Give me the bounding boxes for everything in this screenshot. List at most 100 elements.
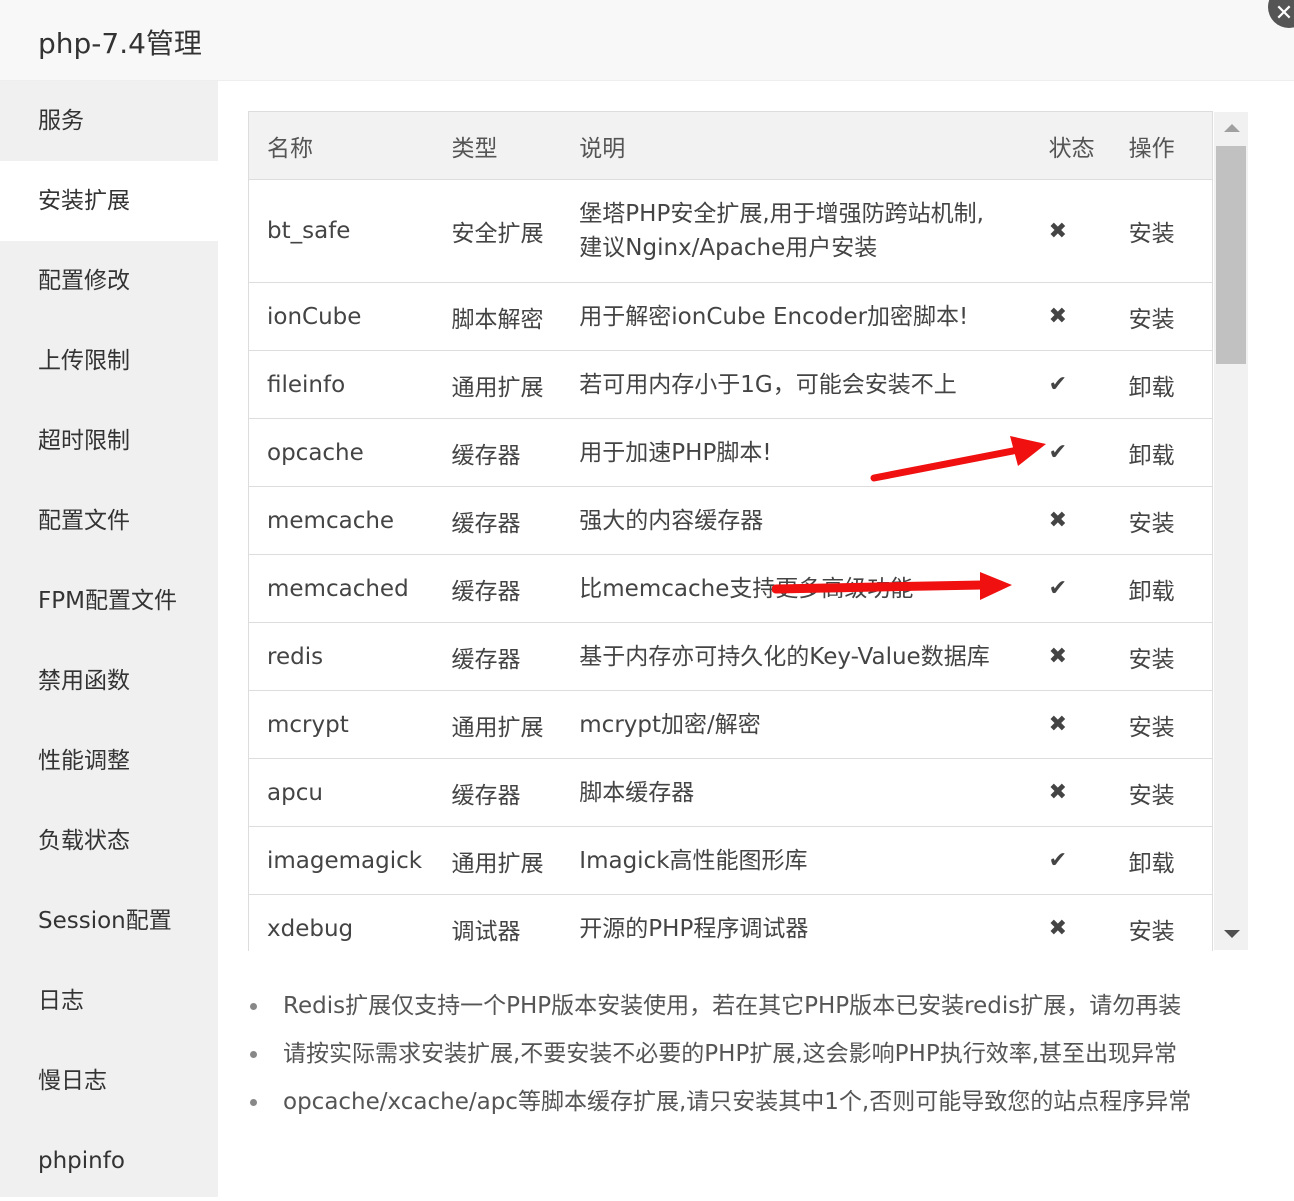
sidebar-item-load-status[interactable]: 负载状态: [0, 801, 218, 881]
bullet-icon: [250, 1003, 257, 1010]
ext-type: 缓存器: [433, 554, 562, 623]
install-button[interactable]: 安装: [1110, 486, 1213, 555]
ext-name: fileinfo: [248, 350, 434, 419]
ext-desc-line: 建议Nginx/Apache用户安装: [579, 235, 878, 261]
ext-type: 缓存器: [433, 758, 562, 827]
sidebar-item-performance[interactable]: 性能调整: [0, 721, 218, 801]
ext-type: 调试器: [433, 894, 562, 951]
uninstall-button[interactable]: 卸载: [1110, 418, 1213, 487]
table-row: memcache 缓存器 强大的内容缓存器 ✖ 安装: [248, 486, 1213, 555]
ext-desc: 强大的内容缓存器: [561, 486, 1031, 555]
ext-desc: 用于加速PHP脚本!: [561, 418, 1031, 487]
uninstall-button[interactable]: 卸载: [1110, 826, 1213, 895]
install-button[interactable]: 安装: [1110, 282, 1213, 351]
table-scrollbar[interactable]: [1214, 112, 1248, 950]
table-row: opcache 缓存器 用于加速PHP脚本! ✔ 卸载: [248, 418, 1213, 487]
header-type: 类型: [433, 111, 562, 180]
uninstall-button[interactable]: 卸载: [1110, 350, 1213, 419]
check-icon: ✔: [1030, 418, 1111, 487]
sidebar-item-config-edit[interactable]: 配置修改: [0, 241, 218, 321]
ext-desc: 堡塔PHP安全扩展,用于增强防跨站机制, 建议Nginx/Apache用户安装: [561, 179, 1031, 283]
ext-desc: 用于解密ionCube Encoder加密脚本!: [561, 282, 1031, 351]
bullet-icon: [250, 1099, 257, 1106]
install-button[interactable]: 安装: [1110, 758, 1213, 827]
header-desc: 说明: [561, 111, 1031, 180]
sidebar-item-session-config[interactable]: Session配置: [0, 881, 218, 961]
note-item: Redis扩展仅支持一个PHP版本安装使用，若在其它PHP版本已安装redis扩…: [248, 985, 1191, 1033]
install-button[interactable]: 安装: [1110, 690, 1213, 759]
note-item: 请按实际需求安装扩展,不要安装不必要的PHP扩展,这会影响PHP执行效率,甚至出…: [248, 1033, 1191, 1081]
ext-desc-line: 堡塔PHP安全扩展,用于增强防跨站机制,: [579, 201, 984, 227]
ext-type: 缓存器: [433, 418, 562, 487]
ext-type: 脚本解密: [433, 282, 562, 351]
table-row: fileinfo 通用扩展 若可用内存小于1G，可能会安装不上 ✔ 卸载: [248, 350, 1213, 419]
table-row: ionCube 脚本解密 用于解密ionCube Encoder加密脚本! ✖ …: [248, 282, 1213, 351]
uninstall-button[interactable]: 卸载: [1110, 554, 1213, 623]
note-item: opcache/xcache/apc等脚本缓存扩展,请只安装其中1个,否则可能导…: [248, 1081, 1191, 1129]
ext-type: 安全扩展: [433, 179, 562, 283]
check-icon: ✔: [1030, 350, 1111, 419]
sidebar-item-config-file[interactable]: 配置文件: [0, 481, 218, 561]
ext-desc: 比memcache支持更多高级功能: [561, 554, 1031, 623]
ext-type: 通用扩展: [433, 350, 562, 419]
install-button[interactable]: 安装: [1110, 179, 1213, 283]
sidebar-item-log[interactable]: 日志: [0, 961, 218, 1041]
cross-icon: ✖: [1030, 690, 1111, 759]
scroll-up-arrow-icon[interactable]: [1224, 124, 1240, 132]
table-row: imagemagick 通用扩展 Imagick高性能图形库 ✔ 卸载: [248, 826, 1213, 895]
install-button[interactable]: 安装: [1110, 622, 1213, 691]
sidebar-item-slow-log[interactable]: 慢日志: [0, 1041, 218, 1121]
header-name: 名称: [248, 111, 434, 180]
ext-name: apcu: [248, 758, 434, 827]
sidebar-item-timeout-limit[interactable]: 超时限制: [0, 401, 218, 481]
check-icon: ✔: [1030, 554, 1111, 623]
table-row: memcached 缓存器 比memcache支持更多高级功能 ✔ 卸载: [248, 554, 1213, 623]
ext-desc: 脚本缓存器: [561, 758, 1031, 827]
ext-name: mcrypt: [248, 690, 434, 759]
ext-type: 缓存器: [433, 486, 562, 555]
cross-icon: ✖: [1030, 486, 1111, 555]
ext-desc: 若可用内存小于1G，可能会安装不上: [561, 350, 1031, 419]
ext-desc: 基于内存亦可持久化的Key-Value数据库: [561, 622, 1031, 691]
sidebar: 服务 安装扩展 配置修改 上传限制 超时限制 配置文件 FPM配置文件 禁用函数…: [0, 81, 218, 1197]
check-icon: ✔: [1030, 826, 1111, 895]
scroll-thumb[interactable]: [1216, 146, 1246, 364]
cross-icon: ✖: [1030, 894, 1111, 951]
header-status: 状态: [1030, 111, 1111, 180]
ext-name: memcached: [248, 554, 434, 623]
install-button[interactable]: 安装: [1110, 894, 1213, 951]
sidebar-item-service[interactable]: 服务: [0, 81, 218, 161]
extensions-table: 名称 类型 说明 状态 操作 bt_safe 安全扩展 堡塔PHP安全扩展,用于…: [248, 111, 1213, 951]
table-row: xdebug 调试器 开源的PHP程序调试器 ✖ 安装: [248, 894, 1213, 951]
sidebar-item-upload-limit[interactable]: 上传限制: [0, 321, 218, 401]
ext-desc: mcrypt加密/解密: [561, 690, 1031, 759]
ext-type: 缓存器: [433, 622, 562, 691]
cross-icon: ✖: [1030, 179, 1111, 283]
extensions-table-container[interactable]: 名称 类型 说明 状态 操作 bt_safe 安全扩展 堡塔PHP安全扩展,用于…: [248, 111, 1248, 951]
sidebar-item-phpinfo[interactable]: phpinfo: [0, 1121, 218, 1201]
ext-name: ionCube: [248, 282, 434, 351]
note-text: Redis扩展仅支持一个PHP版本安装使用，若在其它PHP版本已安装redis扩…: [283, 993, 1182, 1019]
sidebar-item-disabled-functions[interactable]: 禁用函数: [0, 641, 218, 721]
table-row: bt_safe 安全扩展 堡塔PHP安全扩展,用于增强防跨站机制, 建议Ngin…: [248, 179, 1213, 283]
table-row: apcu 缓存器 脚本缓存器 ✖ 安装: [248, 758, 1213, 827]
ext-name: memcache: [248, 486, 434, 555]
cross-icon: ✖: [1030, 282, 1111, 351]
sidebar-item-install-extensions[interactable]: 安装扩展: [0, 161, 218, 241]
title-bar: php-7.4管理: [0, 0, 1294, 81]
ext-name: imagemagick: [248, 826, 434, 895]
ext-name: opcache: [248, 418, 434, 487]
cross-icon: ✖: [1030, 622, 1111, 691]
notes-list: Redis扩展仅支持一个PHP版本安装使用，若在其它PHP版本已安装redis扩…: [248, 985, 1191, 1129]
ext-type: 通用扩展: [433, 826, 562, 895]
scroll-down-arrow-icon[interactable]: [1224, 930, 1240, 938]
sidebar-item-fpm-config[interactable]: FPM配置文件: [0, 561, 218, 641]
table-header-row: 名称 类型 说明 状态 操作: [248, 111, 1213, 180]
bullet-icon: [250, 1051, 257, 1058]
window-title: php-7.4管理: [38, 27, 202, 60]
ext-type: 通用扩展: [433, 690, 562, 759]
ext-name: bt_safe: [248, 179, 434, 283]
cross-icon: ✖: [1030, 758, 1111, 827]
close-icon: ✕: [1274, 0, 1294, 26]
ext-name: redis: [248, 622, 434, 691]
